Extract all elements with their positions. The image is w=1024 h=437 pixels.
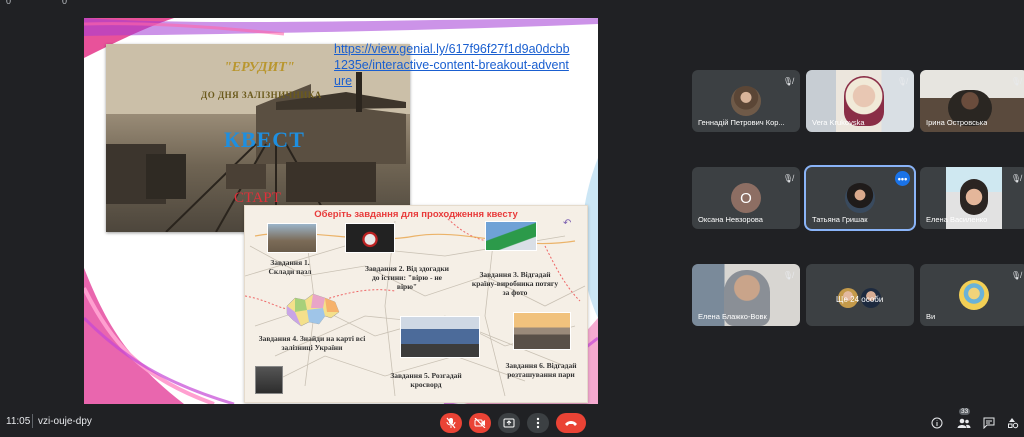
participant-name: Татьяна Гришак	[812, 215, 868, 224]
quest-title: КВЕСТ	[224, 127, 305, 152]
people-button[interactable]: 33	[955, 408, 973, 432]
task1-photo[interactable]	[267, 223, 317, 253]
mic-off-icon: 🎙︎̸	[782, 270, 794, 280]
participant-name: Vera Krukovska	[812, 118, 865, 127]
task5-photo[interactable]	[400, 316, 480, 358]
presentation-slide: "ЕРУДИТ" ДО ДНЯ ЗАЛІЗНИЧНИКА КВЕСТ СТАРТ…	[84, 18, 598, 404]
avatar	[731, 86, 761, 116]
photo-subtitle: ДО ДНЯ ЗАЛІЗНИЧНИКА	[201, 90, 322, 100]
divider	[32, 414, 33, 428]
avatar-initial: О	[731, 183, 761, 213]
map-title: Оберіть завдання для проходження квесту	[314, 209, 518, 220]
present-icon	[503, 418, 515, 428]
task5-label[interactable]: Завдання 5. Розгадай кросворд	[385, 371, 467, 389]
photo-title: "ЕРУДИТ"	[224, 60, 295, 75]
more-participants-tile[interactable]: Ще 24 особи	[806, 264, 914, 326]
people-count-badge: 33	[959, 408, 971, 415]
participant-tile[interactable]: О 🎙︎̸ Оксана Невзорова	[692, 167, 800, 229]
top-strip: 0 0	[0, 0, 170, 6]
task3-photo[interactable]	[485, 221, 537, 251]
mic-off-icon: 🎙︎̸	[896, 76, 908, 86]
self-tile[interactable]: 🎙︎̸ Ви	[920, 264, 1024, 326]
meeting-code[interactable]: vzi-ouje-dpy	[38, 416, 92, 427]
participant-tile[interactable]: 🎙︎̸ Геннадій Петрович Кор...	[692, 70, 800, 132]
avatar	[959, 280, 989, 310]
hang-up-icon	[565, 421, 577, 426]
camera-toggle-button[interactable]	[469, 413, 491, 433]
vertical-dots-icon	[536, 417, 540, 429]
participant-name: Ви	[926, 312, 936, 321]
task2-photo[interactable]	[345, 223, 395, 253]
mic-off-icon: 🎙︎̸	[1010, 76, 1022, 86]
task6-photo[interactable]	[513, 312, 571, 350]
leave-call-button[interactable]	[556, 413, 586, 433]
task4-label[interactable]: Завдання 4. Знайди на карті всі залізниц…	[253, 334, 371, 352]
chat-icon	[983, 417, 995, 429]
meeting-controls-bar: 11:05 vzi-ouje-dpy 33	[0, 408, 1024, 437]
more-options-button[interactable]	[527, 413, 549, 433]
avatar	[845, 183, 875, 213]
back-arrow-icon[interactable]: ↶	[563, 218, 571, 229]
task6-label[interactable]: Завдання 6. Відгадай розташування пари	[501, 361, 581, 379]
task3-label[interactable]: Завдання 3. Відгадай країну-виробника по…	[471, 270, 559, 297]
top-strip-text-a: 0	[6, 0, 12, 6]
task-safe-photo[interactable]	[255, 366, 283, 394]
mic-toggle-button[interactable]	[440, 413, 462, 433]
participant-name: Геннадій Петрович Кор...	[698, 118, 785, 127]
shapes-icon	[1008, 418, 1019, 429]
participant-face	[960, 179, 988, 215]
mic-off-icon: 🎙︎̸	[782, 76, 794, 86]
participant-name: Ірина Островська	[926, 118, 988, 127]
camera-off-icon	[474, 418, 486, 428]
genially-link[interactable]: https://view.genial.ly/617f96f27f1d9a0dc…	[334, 41, 574, 89]
meeting-info-button[interactable]	[928, 414, 946, 432]
activities-button[interactable]	[1004, 414, 1022, 432]
participant-tile[interactable]: 🎙︎̸ Елена Блажко-Вовк	[692, 264, 800, 326]
info-icon	[931, 417, 943, 429]
participant-name: Елена Василенко	[926, 215, 988, 224]
participant-name: Елена Блажко-Вовк	[698, 312, 767, 321]
mic-off-icon: 🎙︎̸	[782, 173, 794, 183]
more-options-icon[interactable]: •••	[895, 171, 910, 186]
mic-off-icon	[446, 417, 456, 429]
participant-tile[interactable]: 🎙︎̸ Vera Krukovska	[806, 70, 914, 132]
participant-tile[interactable]: 🎙︎̸ Елена Василенко	[920, 167, 1024, 229]
top-strip-text-b: 0	[62, 0, 68, 6]
participant-tile-active[interactable]: ••• Татьяна Гришак	[806, 167, 914, 229]
ukraine-map-icon[interactable]	[285, 292, 341, 328]
people-icon	[957, 418, 971, 428]
quest-map: Оберіть завдання для проходження квесту …	[244, 205, 588, 403]
participant-tile[interactable]: 🎙︎̸ Ірина Островська	[920, 70, 1024, 132]
mic-off-icon: 🎙︎̸	[1010, 270, 1022, 280]
mic-off-icon: 🎙︎̸	[1010, 173, 1022, 183]
present-screen-button[interactable]	[498, 413, 520, 433]
participant-name: Оксана Невзорова	[698, 215, 763, 224]
task2-label[interactable]: Завдання 2. Від здогадки до істини: "вір…	[361, 264, 453, 291]
chat-button[interactable]	[980, 414, 998, 432]
clock: 11:05	[6, 416, 31, 427]
task1-label[interactable]: Завдання 1. Склади пазл	[259, 258, 321, 276]
more-participants-label: Ще 24 особи	[836, 295, 884, 304]
